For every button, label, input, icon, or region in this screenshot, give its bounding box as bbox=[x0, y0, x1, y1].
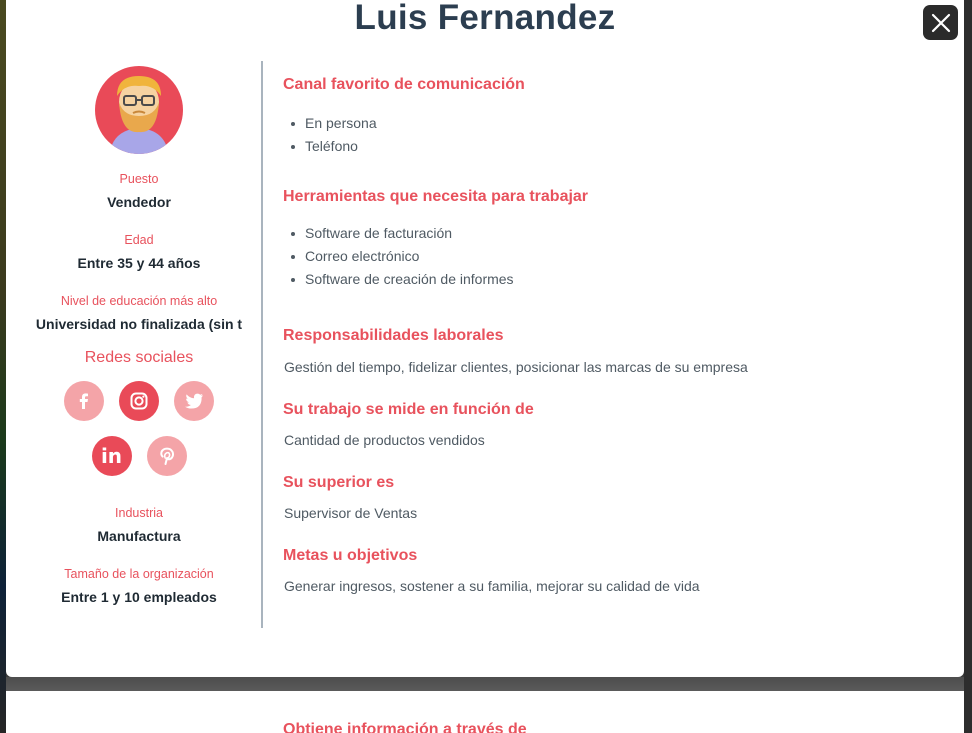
educacion-label: Nivel de educación más alto bbox=[60, 294, 218, 308]
linkedin-button[interactable]: in bbox=[91, 436, 132, 476]
list-item: En persona bbox=[291, 112, 943, 135]
social-row-2: in bbox=[34, 436, 244, 476]
pinterest-icon bbox=[159, 447, 174, 465]
social-row-1 bbox=[34, 381, 244, 421]
educacion-value: Universidad no finalizada (sin t bbox=[35, 316, 243, 332]
edad-label: Edad bbox=[124, 233, 154, 247]
instagram-icon bbox=[130, 392, 148, 410]
superior-title: Su superior es bbox=[283, 474, 395, 491]
tamano-value: Entre 1 y 10 empleados bbox=[61, 589, 217, 605]
social-networks-title: Redes sociales bbox=[84, 349, 194, 366]
list-item: Software de facturación bbox=[291, 222, 943, 245]
herramientas-title: Herramientas que necesita para trabajar bbox=[283, 188, 589, 205]
metas-text: Generar ingresos, sostener a su familia,… bbox=[284, 578, 700, 594]
superior-text: Supervisor de Ventas bbox=[284, 505, 418, 521]
list-item: Correo electrónico bbox=[291, 245, 943, 268]
medida-text: Cantidad de productos vendidos bbox=[284, 432, 485, 448]
canal-title: Canal favorito de comunicación bbox=[283, 76, 525, 93]
linkedin-icon: in bbox=[100, 444, 123, 468]
edad-value: Entre 35 y 44 años bbox=[77, 255, 201, 271]
list-item: Software de creación de informes bbox=[291, 268, 943, 291]
details-column: Canal favorito de comunicación En person… bbox=[283, 76, 943, 594]
informacion-title: Obtiene información a través de bbox=[283, 721, 527, 733]
industria-value: Manufactura bbox=[97, 528, 181, 544]
twitter-button[interactable] bbox=[174, 381, 214, 421]
instagram-button[interactable] bbox=[119, 381, 159, 421]
persona-modal: Luis Fernandez Puesto Vendedor Edad Entr… bbox=[6, 0, 964, 677]
puesto-value: Vendedor bbox=[107, 194, 171, 210]
responsabilidades-text: Gestión del tiempo, fidelizar clientes, … bbox=[284, 359, 748, 375]
responsabilidades-title: Responsabilidades laborales bbox=[283, 327, 504, 344]
canal-list: En persona Teléfono bbox=[283, 112, 943, 158]
persona-name: Luis Fernandez bbox=[354, 0, 616, 37]
tamano-label: Tamaño de la organización bbox=[64, 567, 214, 581]
puesto-label: Puesto bbox=[119, 172, 159, 186]
close-icon bbox=[931, 13, 950, 32]
column-divider bbox=[261, 61, 263, 628]
next-panel: Obtiene información a través de bbox=[6, 691, 964, 733]
twitter-icon bbox=[185, 393, 203, 409]
facebook-button[interactable] bbox=[64, 381, 104, 421]
pinterest-button[interactable] bbox=[146, 436, 187, 476]
close-button[interactable] bbox=[923, 5, 958, 40]
list-item: Teléfono bbox=[291, 135, 943, 158]
page-backdrop-right bbox=[964, 0, 972, 733]
industria-label: Industria bbox=[115, 506, 163, 520]
medida-title: Su trabajo se mide en función de bbox=[283, 401, 534, 418]
metas-title: Metas u objetivos bbox=[283, 547, 418, 564]
avatar-icon bbox=[95, 66, 183, 154]
facebook-icon bbox=[79, 393, 88, 409]
herramientas-list: Software de facturación Correo electróni… bbox=[283, 222, 943, 291]
modal-separator bbox=[6, 677, 964, 691]
profile-column: Puesto Vendedor Edad Entre 35 y 44 años … bbox=[34, 66, 244, 628]
